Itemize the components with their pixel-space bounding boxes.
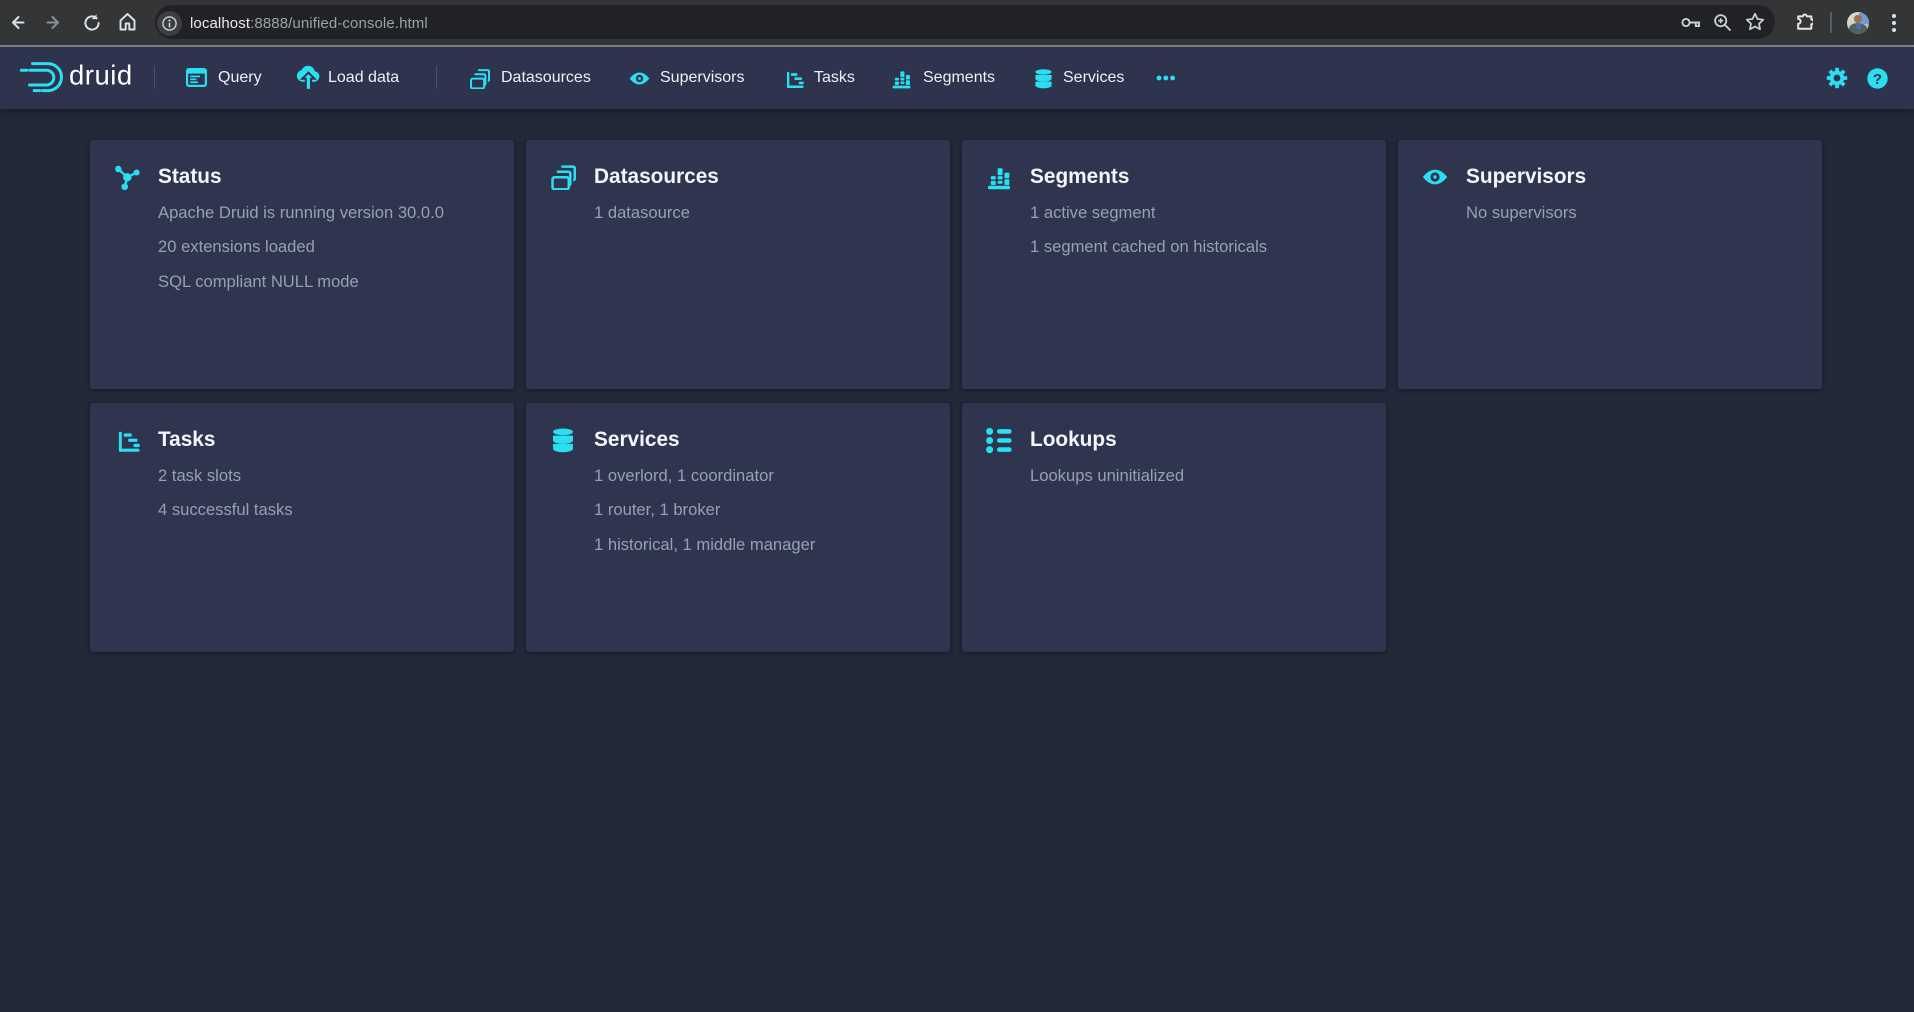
svg-text:?: ?: [1873, 70, 1882, 87]
svg-text:druid: druid: [69, 60, 133, 91]
